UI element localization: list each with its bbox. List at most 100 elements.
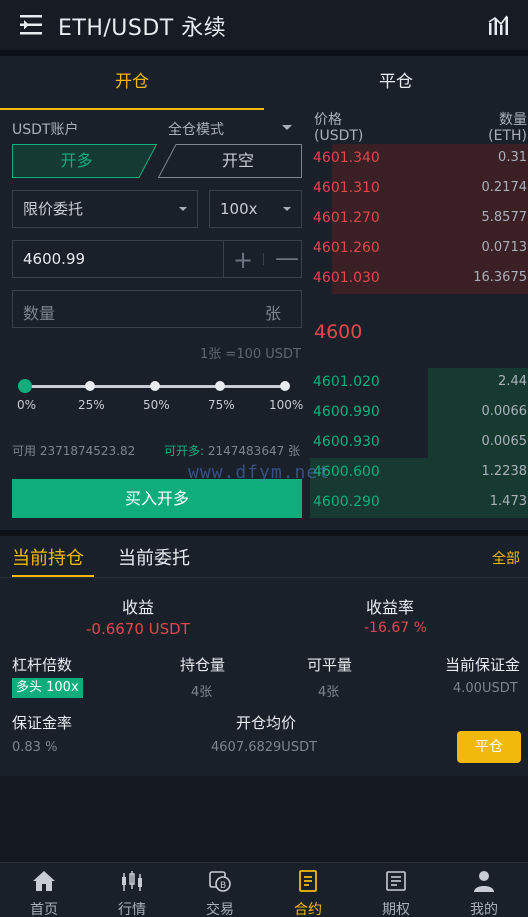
bid-qty: 1.473 [489, 494, 527, 509]
leverage-value: 100x [220, 200, 258, 218]
slider-handle[interactable] [18, 379, 32, 393]
chevron-down-icon[interactable] [282, 125, 292, 130]
nav-trade[interactable]: B 交易 [176, 863, 264, 917]
lot-size-info: 1张 =100 USDT [200, 347, 301, 362]
quantity-unit: 张 [264, 304, 281, 323]
margin-value: 4.00USDT [453, 681, 518, 696]
nav-profile[interactable]: 我的 [440, 863, 528, 917]
watermark: www.dfym.net [188, 462, 331, 483]
ask-qty: 0.31 [498, 150, 527, 165]
minus-icon[interactable]: — [275, 244, 299, 272]
ask-row[interactable]: 4601.030 16.3675 [310, 264, 528, 294]
position-card: 收益 -0.6670 USDT 收益率 -16.67 % 杠杆倍数 多头 100… [0, 578, 528, 776]
slider-stop-50[interactable] [150, 381, 160, 391]
bid-price: 4600.290 [313, 494, 380, 510]
exchange-icon: B [209, 871, 231, 892]
margin-rate-label: 保证金率 [12, 714, 73, 732]
tab-current-positions[interactable]: 当前持仓 [12, 544, 84, 570]
nav-options[interactable]: 期权 [352, 863, 440, 917]
order-book: 价格 (USDT) 数量 (ETH) 4601.340 0.31 4601.310 0… [310, 110, 528, 530]
price-unit: (USDT) [314, 128, 364, 144]
can-open-value: 2147483647 张 [207, 444, 301, 458]
slider-label-75: 75% [208, 398, 235, 412]
bid-qty: 2.44 [498, 374, 527, 389]
chevron-down-icon [283, 207, 291, 211]
bid-row[interactable]: 4600.600 1.2238 [310, 458, 528, 488]
closable-label: 可平量 [307, 656, 353, 674]
options-icon [386, 871, 406, 891]
ask-price: 4601.310 [313, 180, 380, 196]
svg-text:B: B [220, 881, 226, 891]
nav-label: 首页 [30, 902, 58, 917]
slider-stop-25[interactable] [85, 381, 95, 391]
open-short-button[interactable]: 开空 [158, 144, 302, 178]
can-open-label: 可开多: [164, 444, 205, 458]
holding-label: 持仓量 [180, 656, 226, 674]
bid-row[interactable]: 4600.290 1.473 [310, 488, 528, 518]
top-bar: ETH/USDT 永续 [0, 0, 528, 50]
holding-value: 4张 [191, 685, 213, 700]
roe-label: 收益率 [366, 598, 415, 617]
bid-row[interactable]: 4601.020 2.44 [310, 368, 528, 398]
bid-qty: 0.0065 [481, 434, 528, 449]
position-tabs: 当前持仓 当前委托 全部 [0, 536, 528, 578]
active-tab-indicator [12, 575, 94, 577]
tab-open-position[interactable]: 开仓 [0, 56, 264, 110]
qty-unit: (ETH) [488, 128, 527, 144]
nav-home[interactable]: 首页 [0, 863, 88, 917]
candlestick-icon [122, 871, 142, 891]
order-type-value: 限价委托 [23, 200, 84, 218]
open-long-button[interactable]: 开多 [12, 144, 157, 178]
ask-qty: 16.3675 [473, 270, 527, 285]
price-input[interactable]: 4600.99 + — [12, 240, 302, 278]
nav-contract[interactable]: 合约 [264, 863, 352, 917]
bid-qty: 1.2238 [481, 464, 528, 479]
slider-stop-100[interactable] [280, 381, 290, 391]
leverage-select[interactable]: 100x [209, 190, 302, 228]
bid-row[interactable]: 4600.930 0.0065 [310, 428, 528, 458]
avg-price-label: 开仓均价 [236, 714, 297, 732]
slider-stop-75[interactable] [215, 381, 225, 391]
tab-close-position[interactable]: 平仓 [264, 56, 528, 110]
menu-icon[interactable] [20, 15, 42, 35]
plus-icon[interactable]: + [233, 246, 253, 274]
pnl-value: -0.6670 USDT [86, 620, 190, 638]
nav-market[interactable]: 行情 [88, 863, 176, 917]
buy-open-long-button[interactable]: 买入开多 [12, 479, 302, 518]
ask-row[interactable]: 4601.260 0.0713 [310, 234, 528, 264]
nav-label: 合约 [294, 902, 322, 917]
price-value[interactable]: 4600.99 [23, 250, 85, 268]
slider-label-0: 0% [17, 398, 37, 412]
available-label: 可用 [12, 444, 37, 458]
bid-price: 4601.020 [313, 374, 380, 390]
available-balance: 可用 2371874523.82 [12, 442, 135, 459]
bid-row[interactable]: 4600.990 0.0066 [310, 398, 528, 428]
tab-current-orders[interactable]: 当前委托 [118, 544, 190, 570]
qty-header: 数量 [499, 112, 527, 128]
max-open-long: 可开多: 2147483647 张 [164, 442, 300, 459]
divider [223, 241, 224, 277]
order-type-select[interactable]: 限价委托 [12, 190, 198, 228]
margin-rate-value: 0.83 % [12, 740, 58, 755]
roe-value: -16.67 % [364, 620, 427, 636]
bottom-nav: 首页 行情 B 交易 合约 期权 我的 [0, 862, 528, 917]
ask-price: 4601.260 [313, 240, 380, 256]
page-title[interactable]: ETH/USDT 永续 [58, 10, 226, 42]
chevron-down-icon [179, 207, 187, 211]
chart-icon[interactable] [488, 14, 510, 36]
close-position-button[interactable]: 平仓 [457, 731, 521, 763]
ask-row[interactable]: 4601.270 5.8577 [310, 204, 528, 234]
ask-qty: 5.8577 [481, 210, 528, 225]
ask-row[interactable]: 4601.310 0.2174 [310, 174, 528, 204]
leverage-label: 杠杆倍数 [12, 656, 73, 674]
ask-qty: 0.2174 [481, 180, 528, 195]
view-all-link[interactable]: 全部 [492, 548, 520, 568]
last-price[interactable]: 4600 [314, 321, 362, 343]
ask-qty: 0.0713 [481, 240, 528, 255]
slider-label-100: 100% [269, 398, 304, 412]
ask-row[interactable]: 4601.340 0.31 [310, 144, 528, 174]
margin-mode-select[interactable]: 全仓模式 [168, 119, 224, 139]
qty-column-header: 数量 (ETH) [488, 112, 527, 144]
bid-price: 4600.930 [313, 434, 380, 450]
quantity-input[interactable]: 数量 张 [12, 290, 302, 328]
